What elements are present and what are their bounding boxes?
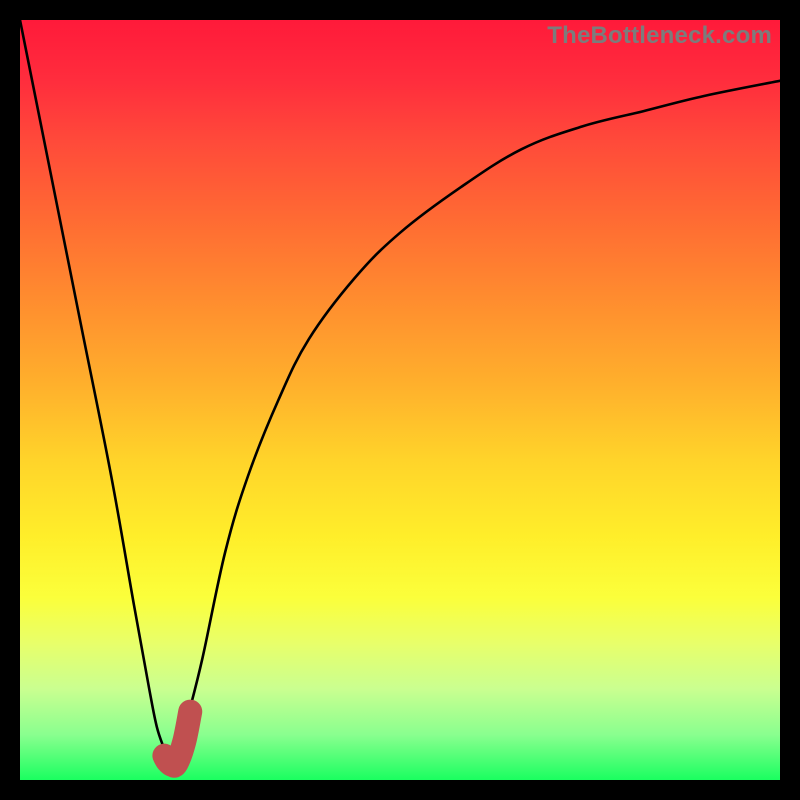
chart-frame: TheBottleneck.com: [20, 20, 780, 780]
watermark-text: TheBottleneck.com: [547, 22, 772, 50]
highlight-j-stroke: [164, 712, 190, 766]
chart-svg: [20, 20, 780, 780]
bottleneck-curve-line: [20, 20, 780, 765]
